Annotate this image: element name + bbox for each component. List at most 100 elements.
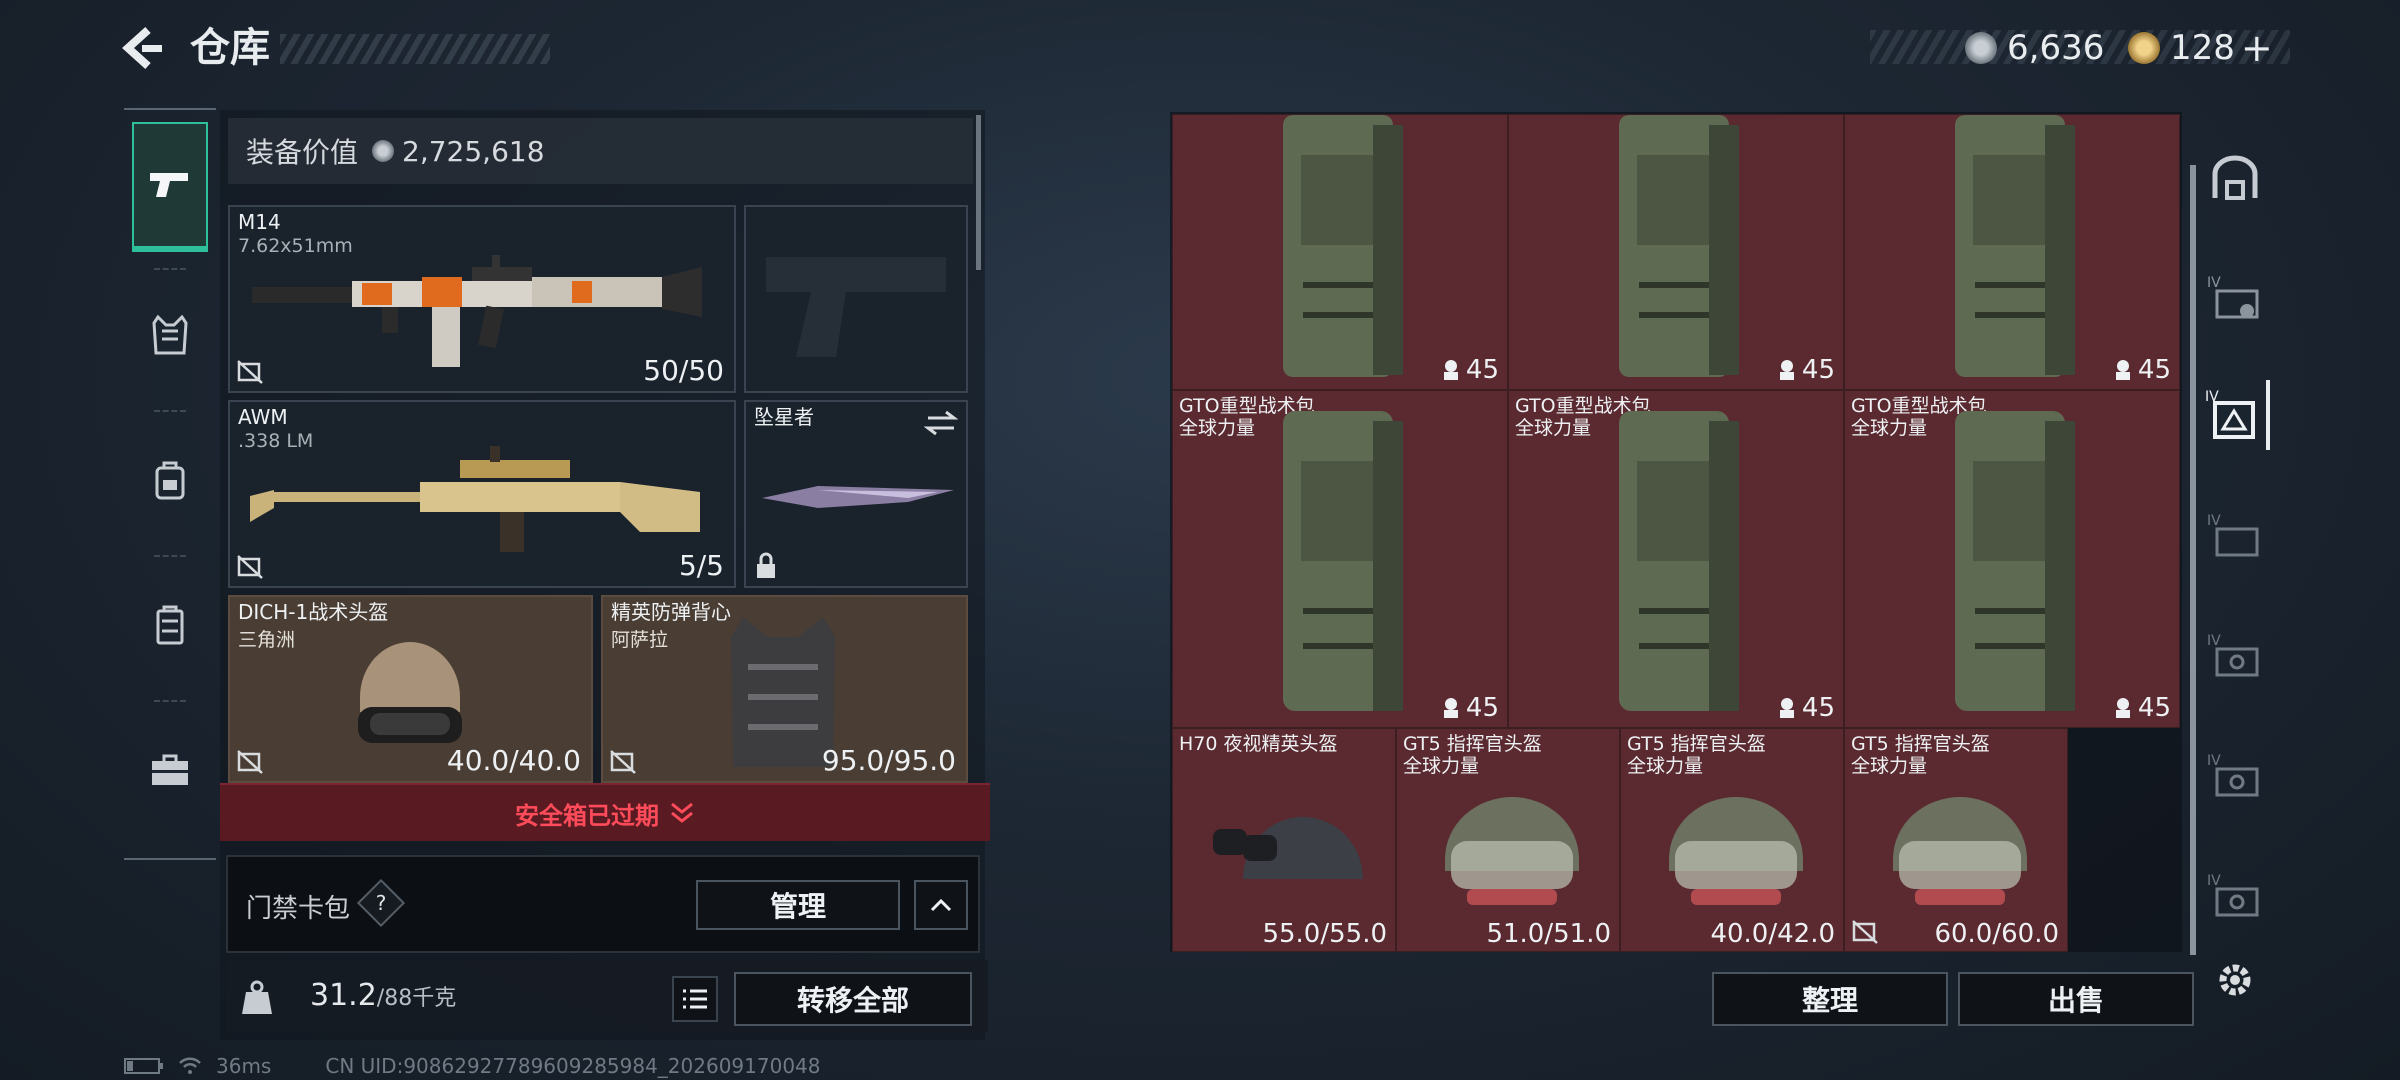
helmet-origin: 三角洲 [238, 629, 296, 651]
silver-coin-icon [1965, 32, 1997, 64]
rail-chest-rig[interactable] [132, 560, 208, 690]
stash-tab-6-icon: IV [2207, 873, 2259, 917]
tier-label: IV [2207, 513, 2221, 529]
currency-gold[interactable]: 128 + [2128, 26, 2273, 70]
backpack-image [1955, 115, 2075, 377]
stash-tab-5[interactable]: IV [2200, 740, 2270, 810]
equipment-value-bar: 装备价值 2,725,618 [228, 118, 973, 184]
rail-misc[interactable] [132, 705, 208, 835]
gold-coin-icon [2128, 32, 2160, 64]
status-bar: 36ms CN UID:9086292778960928598​4_202609… [124, 1054, 821, 1078]
stash-scrollbar[interactable] [2190, 165, 2196, 955]
backpack-image [1283, 115, 1403, 377]
add-currency-button[interactable]: + [2241, 26, 2273, 70]
stash-item-helmet[interactable]: GT5 指挥官头盔 全球力量 51.0/51.0 [1396, 728, 1620, 952]
stack-icon [2116, 360, 2130, 380]
chevron-double-down-icon [671, 802, 693, 823]
sell-button[interactable]: 出售 [1958, 972, 2194, 1026]
help-icon: ? [375, 891, 387, 915]
gun-icon [150, 173, 188, 197]
stash-item-helmet[interactable]: GT5 指挥官头盔 全球力量 40.0/42.0 [1620, 728, 1844, 952]
commander-helmet-image [1669, 797, 1803, 905]
transfer-all-button[interactable]: 转移全部 [734, 972, 972, 1026]
stash-item-helmet[interactable]: GT5 指挥官头盔 全球力量 60.0/60.0 [1844, 728, 2068, 952]
melee-name: 坠星者 [754, 405, 814, 429]
equipment-value: 2,725,618 [402, 134, 545, 168]
stash-tab-4[interactable]: IV [2200, 620, 2270, 690]
armor-name: 精英防弹背心 [611, 600, 731, 624]
lock-icon [757, 552, 775, 578]
rail-weapons[interactable] [132, 122, 208, 252]
stash-tab-1[interactable]: IV [2200, 262, 2270, 332]
no-insurance-icon [237, 555, 263, 579]
item-name: GT5 指挥官头盔 全球力量 [1403, 733, 1542, 777]
stash-tab-2[interactable]: IV [2200, 380, 2270, 450]
melee-slot[interactable]: 坠星者 [744, 400, 968, 588]
list-icon [683, 989, 707, 1009]
manage-button[interactable]: 管理 [696, 880, 900, 930]
settings-button[interactable] [2200, 945, 2270, 1015]
stash-item-backpack[interactable]: 45 [1844, 114, 2180, 390]
safebox-expired-banner[interactable]: 安全箱已过期 [220, 783, 990, 841]
loadout-scrollbar[interactable] [976, 115, 981, 270]
stack-count: 45 [2137, 693, 2171, 723]
helmet-slot[interactable]: DICH-1战术头盔 三角洲 40.0/40.0 [228, 595, 593, 783]
battery-icon [124, 1058, 163, 1074]
swap-icon[interactable] [924, 410, 958, 436]
stash-tab-6[interactable]: IV [2200, 860, 2270, 930]
stash-main-tab[interactable] [2200, 145, 2270, 215]
stash-tab-5-icon: IV [2207, 753, 2259, 797]
collapse-button[interactable] [914, 880, 968, 930]
weapon-name: M14 [238, 210, 281, 234]
stash-item-backpack[interactable]: GTO重型战术包 全球力量 45 [1172, 390, 1508, 728]
rail-backpack[interactable] [132, 415, 208, 545]
weight-readout: 31.2/88千克 [310, 978, 456, 1013]
stack-count: 45 [1465, 355, 1499, 385]
primary-weapon-slot[interactable]: M14 7.62x51mm 50/50 [228, 205, 736, 393]
stash-item-backpack[interactable]: GTO重型战术包 全球力量 45 [1508, 390, 1844, 728]
tier-label: IV [2207, 753, 2221, 769]
backpack-image [1619, 411, 1739, 711]
stash-item-backpack[interactable]: 45 [1172, 114, 1508, 390]
back-arrow-icon[interactable] [118, 22, 170, 74]
stack-icon [2116, 698, 2130, 718]
stack-count: 45 [2137, 355, 2171, 385]
armor-origin: 阿萨拉 [611, 629, 669, 651]
uid-text: CN UID:9086292778960928598​4_20260917004… [325, 1054, 821, 1078]
item-title: GT5 指挥官头盔 [1403, 733, 1542, 755]
page-title: 仓库 [190, 25, 270, 71]
weapon-name: AWM [238, 405, 288, 429]
silver-amount: 6,636 [2007, 28, 2105, 68]
item-title: GT5 指挥官头盔 [1851, 733, 1990, 755]
keycard-label: 门禁卡包 [246, 894, 351, 924]
currency-silver: 6,636 [1965, 26, 2104, 70]
secondary-weapon-slot[interactable]: AWM .338 LM 5/5 [228, 400, 736, 588]
rail-armor[interactable] [132, 270, 208, 400]
armor-slot[interactable]: 精英防弹背心 阿萨拉 95.0/95.0 [601, 595, 968, 783]
stash-tab-3[interactable]: IV [2200, 500, 2270, 570]
commander-helmet-image [1893, 797, 2027, 905]
nvg-helmet-image [1213, 816, 1363, 879]
item-durability: 60.0/60.0 [1934, 919, 2059, 949]
stack-count: 45 [1801, 355, 1835, 385]
safebox-expired-text: 安全箱已过期 [515, 801, 659, 830]
list-view-button[interactable] [672, 976, 718, 1022]
pistol-slot[interactable] [744, 205, 968, 393]
sort-button[interactable]: 整理 [1712, 972, 1948, 1026]
silver-coin-icon [372, 140, 395, 162]
weight-max: /88千克 [376, 986, 457, 1011]
tier-label: IV [2207, 275, 2221, 291]
no-insurance-icon [610, 750, 636, 774]
item-durability: 51.0/51.0 [1486, 919, 1611, 949]
stack-icon [1444, 360, 1458, 380]
item-origin: 全球力量 [1851, 755, 1928, 777]
awm-rifle-image [250, 446, 700, 552]
stash-item-backpack[interactable]: 45 [1508, 114, 1844, 390]
ammo-count: 50/50 [643, 354, 724, 387]
stash-item-helmet[interactable]: H70 夜视精英头盔 55.0/55.0 [1172, 728, 1396, 952]
tier-label: IV [2207, 633, 2221, 649]
category-rail [124, 108, 216, 860]
stash-item-backpack[interactable]: GTO重型战术包 全球力量 45 [1844, 390, 2180, 728]
armor-durability: 95.0/95.0 [821, 744, 956, 777]
commander-helmet-image [1445, 797, 1579, 905]
